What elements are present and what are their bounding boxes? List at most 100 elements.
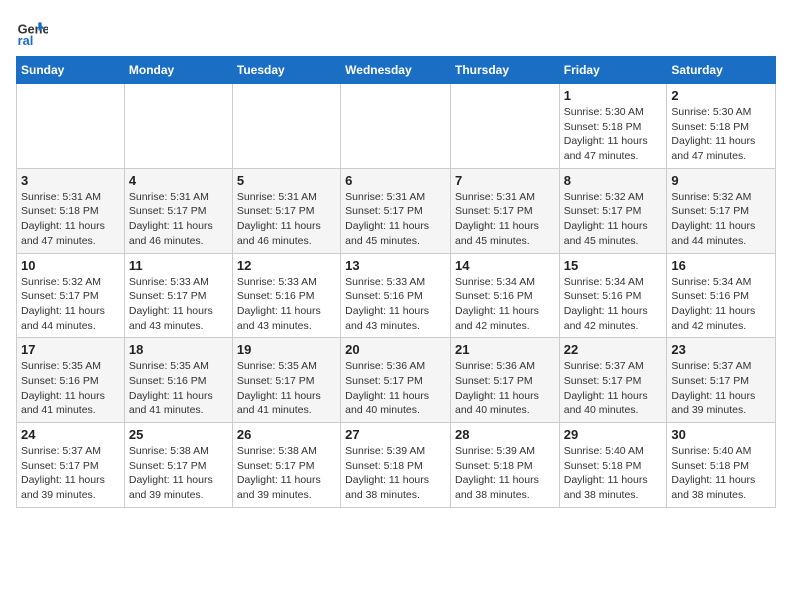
- day-cell: 13Sunrise: 5:33 AM Sunset: 5:16 PM Dayli…: [341, 253, 451, 338]
- day-number: 21: [455, 342, 555, 357]
- day-number: 30: [671, 427, 771, 442]
- day-cell: 3 Sunrise: 5:31 AM Sunset: 5:18 PM Daylig…: [17, 168, 125, 253]
- day-cell: [232, 84, 340, 169]
- weekday-header-row: SundayMondayTuesdayWednesdayThursdayFrid…: [17, 57, 776, 84]
- day-info: Sunrise: 5:30 AM Sunset: 5:18 PM Dayligh…: [671, 105, 771, 164]
- day-cell: 30 Sunrise: 5:40 AM Sunset: 5:18 PM Dayli…: [667, 423, 776, 508]
- day-cell: [450, 84, 559, 169]
- day-info: Sunrise: 5:40 AM Sunset: 5:18 PM Dayligh…: [564, 444, 663, 503]
- svg-text:ral: ral: [18, 33, 34, 48]
- day-cell: 25 Sunrise: 5:38 AM Sunset: 5:17 PM Dayli…: [124, 423, 232, 508]
- day-info: Sunrise: 5:32 AM Sunset: 5:17 PM Dayligh…: [21, 275, 120, 334]
- header: Gene ral: [16, 16, 776, 48]
- day-info: Sunrise: 5:37 AM Sunset: 5:17 PM Dayligh…: [21, 444, 120, 503]
- day-cell: 17 Sunrise: 5:35 AM Sunset: 5:16 PM Dayli…: [17, 338, 125, 423]
- day-info: Sunrise: 5:35 AM Sunset: 5:16 PM Dayligh…: [129, 359, 228, 418]
- day-cell: 2 Sunrise: 5:30 AM Sunset: 5:18 PM Daylig…: [667, 84, 776, 169]
- day-cell: 21 Sunrise: 5:36 AM Sunset: 5:17 PM Dayli…: [450, 338, 559, 423]
- day-number: 26: [237, 427, 336, 442]
- day-info: Sunrise: 5:31 AM Sunset: 5:17 PM Dayligh…: [455, 190, 555, 249]
- day-number: 4: [129, 173, 228, 188]
- day-cell: 15 Sunrise: 5:34 AM Sunset: 5:16 PM Dayli…: [559, 253, 667, 338]
- day-info: Sunrise: 5:33 AM Sunset: 5:16 PM Dayligh…: [345, 275, 446, 334]
- day-cell: 4 Sunrise: 5:31 AM Sunset: 5:17 PM Daylig…: [124, 168, 232, 253]
- day-info: Sunrise: 5:36 AM Sunset: 5:17 PM Dayligh…: [455, 359, 555, 418]
- weekday-header-wednesday: Wednesday: [341, 57, 451, 84]
- day-cell: 12 Sunrise: 5:33 AM Sunset: 5:16 PM Dayli…: [232, 253, 340, 338]
- day-cell: [124, 84, 232, 169]
- day-info: Sunrise: 5:31 AM Sunset: 5:17 PM Dayligh…: [129, 190, 228, 249]
- day-info: Sunrise: 5:31 AM Sunset: 5:18 PM Dayligh…: [21, 190, 120, 249]
- day-cell: 29 Sunrise: 5:40 AM Sunset: 5:18 PM Dayli…: [559, 423, 667, 508]
- day-number: 29: [564, 427, 663, 442]
- weekday-header-monday: Monday: [124, 57, 232, 84]
- day-info: Sunrise: 5:36 AM Sunset: 5:17 PM Dayligh…: [345, 359, 446, 418]
- day-cell: 9 Sunrise: 5:32 AM Sunset: 5:17 PM Daylig…: [667, 168, 776, 253]
- day-info: Sunrise: 5:33 AM Sunset: 5:17 PM Dayligh…: [129, 275, 228, 334]
- day-cell: 19 Sunrise: 5:35 AM Sunset: 5:17 PM Dayli…: [232, 338, 340, 423]
- day-info: Sunrise: 5:31 AM Sunset: 5:17 PM Dayligh…: [345, 190, 446, 249]
- day-cell: 1 Sunrise: 5:30 AM Sunset: 5:18 PM Daylig…: [559, 84, 667, 169]
- day-number: 15: [564, 258, 663, 273]
- week-row-2: 3 Sunrise: 5:31 AM Sunset: 5:18 PM Daylig…: [17, 168, 776, 253]
- day-cell: 10Sunrise: 5:32 AM Sunset: 5:17 PM Dayli…: [17, 253, 125, 338]
- day-number: 16: [671, 258, 771, 273]
- day-info: Sunrise: 5:35 AM Sunset: 5:17 PM Dayligh…: [237, 359, 336, 418]
- day-cell: 18 Sunrise: 5:35 AM Sunset: 5:16 PM Dayli…: [124, 338, 232, 423]
- weekday-header-thursday: Thursday: [450, 57, 559, 84]
- weekday-header-saturday: Saturday: [667, 57, 776, 84]
- day-number: 12: [237, 258, 336, 273]
- weekday-header-sunday: Sunday: [17, 57, 125, 84]
- day-cell: 27 Sunrise: 5:39 AM Sunset: 5:18 PM Dayli…: [341, 423, 451, 508]
- calendar-table: SundayMondayTuesdayWednesdayThursdayFrid…: [16, 56, 776, 508]
- weekday-header-tuesday: Tuesday: [232, 57, 340, 84]
- day-number: 20: [345, 342, 446, 357]
- day-info: Sunrise: 5:37 AM Sunset: 5:17 PM Dayligh…: [564, 359, 663, 418]
- day-info: Sunrise: 5:30 AM Sunset: 5:18 PM Dayligh…: [564, 105, 663, 164]
- day-cell: 26 Sunrise: 5:38 AM Sunset: 5:17 PM Dayli…: [232, 423, 340, 508]
- day-info: Sunrise: 5:34 AM Sunset: 5:16 PM Dayligh…: [455, 275, 555, 334]
- day-number: 28: [455, 427, 555, 442]
- day-info: Sunrise: 5:35 AM Sunset: 5:16 PM Dayligh…: [21, 359, 120, 418]
- day-cell: 14 Sunrise: 5:34 AM Sunset: 5:16 PM Dayli…: [450, 253, 559, 338]
- day-number: 3: [21, 173, 120, 188]
- day-number: 9: [671, 173, 771, 188]
- day-cell: 28Sunrise: 5:39 AM Sunset: 5:18 PM Dayli…: [450, 423, 559, 508]
- day-info: Sunrise: 5:32 AM Sunset: 5:17 PM Dayligh…: [671, 190, 771, 249]
- day-cell: 5Sunrise: 5:31 AM Sunset: 5:17 PM Daylig…: [232, 168, 340, 253]
- weekday-header-friday: Friday: [559, 57, 667, 84]
- day-info: Sunrise: 5:38 AM Sunset: 5:17 PM Dayligh…: [129, 444, 228, 503]
- day-number: 27: [345, 427, 446, 442]
- day-number: 2: [671, 88, 771, 103]
- day-info: Sunrise: 5:39 AM Sunset: 5:18 PM Dayligh…: [345, 444, 446, 503]
- day-cell: [341, 84, 451, 169]
- day-number: 18: [129, 342, 228, 357]
- day-number: 19: [237, 342, 336, 357]
- week-row-4: 17 Sunrise: 5:35 AM Sunset: 5:16 PM Dayli…: [17, 338, 776, 423]
- day-cell: 7Sunrise: 5:31 AM Sunset: 5:17 PM Daylig…: [450, 168, 559, 253]
- day-cell: 6Sunrise: 5:31 AM Sunset: 5:17 PM Daylig…: [341, 168, 451, 253]
- day-number: 22: [564, 342, 663, 357]
- day-cell: [17, 84, 125, 169]
- day-info: Sunrise: 5:33 AM Sunset: 5:16 PM Dayligh…: [237, 275, 336, 334]
- week-row-5: 24 Sunrise: 5:37 AM Sunset: 5:17 PM Dayli…: [17, 423, 776, 508]
- day-info: Sunrise: 5:40 AM Sunset: 5:18 PM Dayligh…: [671, 444, 771, 503]
- day-number: 17: [21, 342, 120, 357]
- day-info: Sunrise: 5:31 AM Sunset: 5:17 PM Dayligh…: [237, 190, 336, 249]
- day-info: Sunrise: 5:34 AM Sunset: 5:16 PM Dayligh…: [671, 275, 771, 334]
- day-number: 24: [21, 427, 120, 442]
- day-info: Sunrise: 5:38 AM Sunset: 5:17 PM Dayligh…: [237, 444, 336, 503]
- logo: Gene ral: [16, 16, 52, 48]
- day-cell: 11Sunrise: 5:33 AM Sunset: 5:17 PM Dayli…: [124, 253, 232, 338]
- day-number: 8: [564, 173, 663, 188]
- day-number: 25: [129, 427, 228, 442]
- day-number: 14: [455, 258, 555, 273]
- day-cell: 16 Sunrise: 5:34 AM Sunset: 5:16 PM Dayli…: [667, 253, 776, 338]
- day-number: 1: [564, 88, 663, 103]
- day-cell: 24 Sunrise: 5:37 AM Sunset: 5:17 PM Dayli…: [17, 423, 125, 508]
- day-info: Sunrise: 5:34 AM Sunset: 5:16 PM Dayligh…: [564, 275, 663, 334]
- day-cell: 22 Sunrise: 5:37 AM Sunset: 5:17 PM Dayli…: [559, 338, 667, 423]
- day-info: Sunrise: 5:37 AM Sunset: 5:17 PM Dayligh…: [671, 359, 771, 418]
- logo-icon: Gene ral: [16, 16, 48, 48]
- day-cell: 20 Sunrise: 5:36 AM Sunset: 5:17 PM Dayli…: [341, 338, 451, 423]
